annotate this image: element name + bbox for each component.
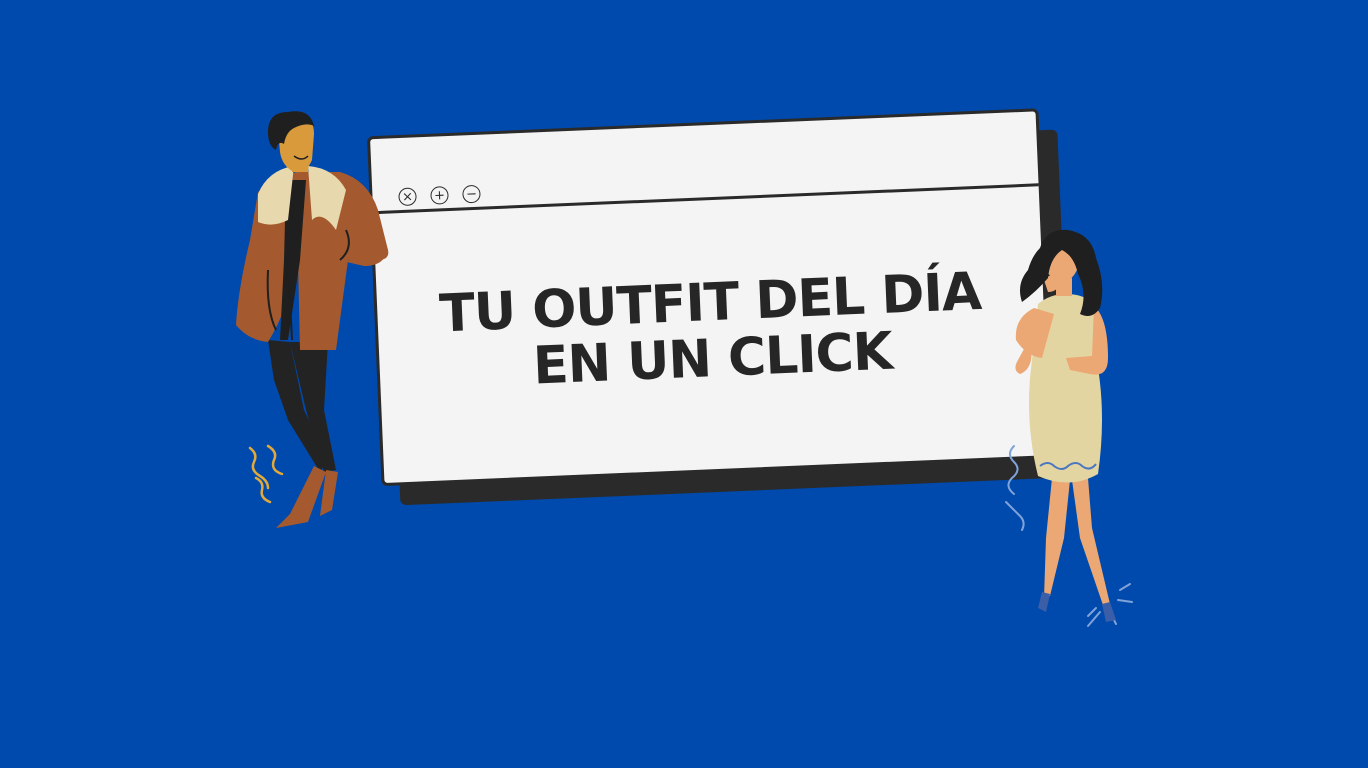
woman-in-dress-illustration — [1005, 229, 1133, 627]
browser-window: × + − TU OUTFIT DEL DÍA EN UN CLICK — [366, 108, 1054, 487]
browser-window-card: × + − TU OUTFIT DEL DÍA EN UN CLICK — [366, 108, 1072, 506]
headline: TU OUTFIT DEL DÍA EN UN CLICK — [376, 261, 1046, 401]
banner-scene: × + − TU OUTFIT DEL DÍA EN UN CLICK — [0, 0, 1368, 768]
plus-icon[interactable]: + — [430, 186, 449, 205]
minus-icon[interactable]: − — [462, 184, 481, 204]
close-icon[interactable]: × — [398, 187, 417, 207]
window-titlebar: × + − — [370, 111, 1039, 215]
man-in-coat-illustration — [236, 111, 389, 528]
